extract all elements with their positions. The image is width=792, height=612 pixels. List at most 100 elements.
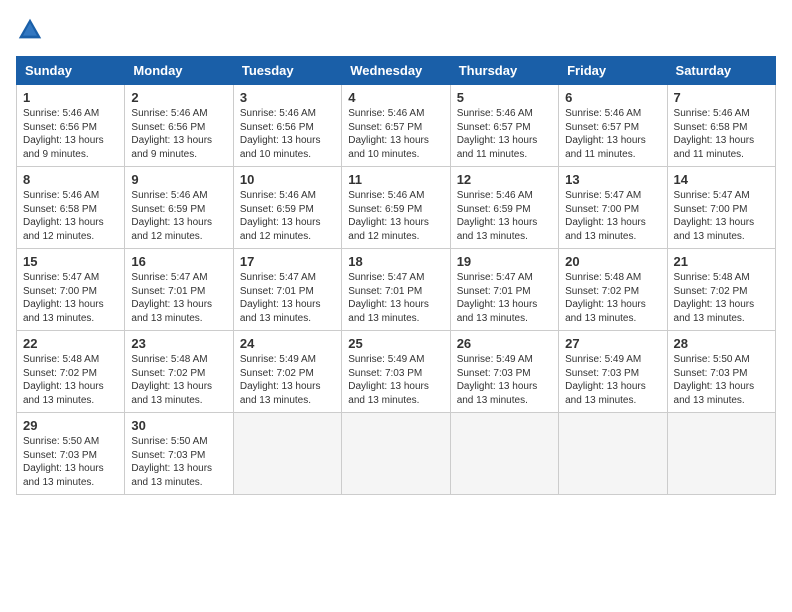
calendar-cell [342,413,450,495]
calendar-cell: 10Sunrise: 5:46 AMSunset: 6:59 PMDayligh… [233,167,341,249]
day-detail: Sunrise: 5:49 AMSunset: 7:03 PMDaylight:… [348,353,443,407]
calendar-cell: 6 Sunrise: 5:46 AMSunset: 6:57 PMDaylight… [559,85,667,167]
calendar-cell [450,413,558,495]
calendar-cell: 22 Sunrise: 5:48 AMSunset: 7:02 PMDayligh… [17,331,125,413]
day-number: 3 [240,90,335,105]
day-detail: Sunrise: 5:48 AMSunset: 7:02 PMDaylight:… [565,271,660,325]
day-detail: Sunrise: 5:49 AMSunset: 7:03 PMDaylight:… [565,353,660,407]
day-number: 22 [23,336,118,351]
day-detail: Sunrise: 5:46 AMSunset: 6:57 PMDaylight:… [348,107,443,161]
logo [16,16,48,44]
calendar-cell: 14 Sunrise: 5:47 AMSunset: 7:00 PMDayligh… [667,167,775,249]
day-header-tuesday: Tuesday [233,57,341,85]
calendar-cell: 23Sunrise: 5:48 AMSunset: 7:02 PMDayligh… [125,331,233,413]
day-detail: Sunrise: 5:46 AMSunset: 6:56 PMDaylight:… [131,107,226,161]
day-detail: Sunrise: 5:49 AMSunset: 7:02 PMDaylight:… [240,353,335,407]
day-detail: Sunrise: 5:46 AMSunset: 6:56 PMDaylight:… [240,107,335,161]
day-detail: Sunrise: 5:46 AMSunset: 6:58 PMDaylight:… [674,107,769,161]
day-header-saturday: Saturday [667,57,775,85]
calendar-week-row: 1Sunrise: 5:46 AMSunset: 6:56 PMDaylight… [17,85,776,167]
day-number: 8 [23,172,118,187]
day-header-sunday: Sunday [17,57,125,85]
day-detail: Sunrise: 5:47 AMSunset: 7:01 PMDaylight:… [240,271,335,325]
day-number: 7 [674,90,769,105]
calendar-week-row: 8 Sunrise: 5:46 AMSunset: 6:58 PMDaylight… [17,167,776,249]
day-detail: Sunrise: 5:49 AMSunset: 7:03 PMDaylight:… [457,353,552,407]
day-detail: Sunrise: 5:47 AMSunset: 7:01 PMDaylight:… [348,271,443,325]
calendar-cell: 30 Sunrise: 5:50 AMSunset: 7:03 PMDayligh… [125,413,233,495]
calendar-cell: 17 Sunrise: 5:47 AMSunset: 7:01 PMDayligh… [233,249,341,331]
calendar-week-row: 29Sunrise: 5:50 AMSunset: 7:03 PMDayligh… [17,413,776,495]
day-number: 24 [240,336,335,351]
calendar-cell: 5 Sunrise: 5:46 AMSunset: 6:57 PMDaylight… [450,85,558,167]
calendar-cell [667,413,775,495]
day-detail: Sunrise: 5:46 AMSunset: 6:57 PMDaylight:… [565,107,660,161]
day-detail: Sunrise: 5:50 AMSunset: 7:03 PMDaylight:… [131,435,226,489]
day-number: 5 [457,90,552,105]
calendar-cell: 1Sunrise: 5:46 AMSunset: 6:56 PMDaylight… [17,85,125,167]
calendar-cell: 21 Sunrise: 5:48 AMSunset: 7:02 PMDayligh… [667,249,775,331]
calendar-cell: 8 Sunrise: 5:46 AMSunset: 6:58 PMDaylight… [17,167,125,249]
day-detail: Sunrise: 5:48 AMSunset: 7:02 PMDaylight:… [23,353,118,407]
day-number: 15 [23,254,118,269]
day-number: 14 [674,172,769,187]
day-header-thursday: Thursday [450,57,558,85]
calendar-table: SundayMondayTuesdayWednesdayThursdayFrid… [16,56,776,495]
header [16,16,776,44]
calendar-cell: 26 Sunrise: 5:49 AMSunset: 7:03 PMDayligh… [450,331,558,413]
calendar-cell: 12 Sunrise: 5:46 AMSunset: 6:59 PMDayligh… [450,167,558,249]
day-detail: Sunrise: 5:47 AMSunset: 7:01 PMDaylight:… [457,271,552,325]
calendar-cell: 15 Sunrise: 5:47 AMSunset: 7:00 PMDayligh… [17,249,125,331]
day-detail: Sunrise: 5:50 AMSunset: 7:03 PMDaylight:… [674,353,769,407]
day-number: 6 [565,90,660,105]
day-header-monday: Monday [125,57,233,85]
day-number: 21 [674,254,769,269]
calendar-cell [233,413,341,495]
day-number: 11 [348,172,443,187]
calendar-cell: 19 Sunrise: 5:47 AMSunset: 7:01 PMDayligh… [450,249,558,331]
calendar-cell: 24 Sunrise: 5:49 AMSunset: 7:02 PMDayligh… [233,331,341,413]
day-detail: Sunrise: 5:46 AMSunset: 6:59 PMDaylight:… [457,189,552,243]
calendar-cell: 3 Sunrise: 5:46 AMSunset: 6:56 PMDaylight… [233,85,341,167]
calendar-week-row: 22 Sunrise: 5:48 AMSunset: 7:02 PMDayligh… [17,331,776,413]
calendar-cell: 13 Sunrise: 5:47 AMSunset: 7:00 PMDayligh… [559,167,667,249]
day-number: 10 [240,172,335,187]
day-number: 20 [565,254,660,269]
day-detail: Sunrise: 5:48 AMSunset: 7:02 PMDaylight:… [674,271,769,325]
day-detail: Sunrise: 5:46 AMSunset: 6:59 PMDaylight:… [131,189,226,243]
calendar-cell: 28 Sunrise: 5:50 AMSunset: 7:03 PMDayligh… [667,331,775,413]
day-header-friday: Friday [559,57,667,85]
day-detail: Sunrise: 5:47 AMSunset: 7:00 PMDaylight:… [674,189,769,243]
day-number: 16 [131,254,226,269]
day-detail: Sunrise: 5:46 AMSunset: 6:59 PMDaylight:… [348,189,443,243]
day-number: 17 [240,254,335,269]
day-number: 18 [348,254,443,269]
calendar-cell: 4 Sunrise: 5:46 AMSunset: 6:57 PMDaylight… [342,85,450,167]
day-number: 4 [348,90,443,105]
day-detail: Sunrise: 5:46 AMSunset: 6:58 PMDaylight:… [23,189,118,243]
calendar-cell: 7 Sunrise: 5:46 AMSunset: 6:58 PMDaylight… [667,85,775,167]
calendar-cell: 18 Sunrise: 5:47 AMSunset: 7:01 PMDayligh… [342,249,450,331]
calendar-cell: 29Sunrise: 5:50 AMSunset: 7:03 PMDayligh… [17,413,125,495]
day-detail: Sunrise: 5:46 AMSunset: 6:56 PMDaylight:… [23,107,118,161]
day-detail: Sunrise: 5:47 AMSunset: 7:00 PMDaylight:… [23,271,118,325]
day-detail: Sunrise: 5:47 AMSunset: 7:01 PMDaylight:… [131,271,226,325]
day-number: 25 [348,336,443,351]
day-number: 30 [131,418,226,433]
day-detail: Sunrise: 5:46 AMSunset: 6:57 PMDaylight:… [457,107,552,161]
day-number: 26 [457,336,552,351]
day-detail: Sunrise: 5:48 AMSunset: 7:02 PMDaylight:… [131,353,226,407]
day-detail: Sunrise: 5:50 AMSunset: 7:03 PMDaylight:… [23,435,118,489]
day-number: 13 [565,172,660,187]
day-number: 28 [674,336,769,351]
calendar-cell [559,413,667,495]
day-detail: Sunrise: 5:47 AMSunset: 7:00 PMDaylight:… [565,189,660,243]
calendar-body: 1Sunrise: 5:46 AMSunset: 6:56 PMDaylight… [17,85,776,495]
day-number: 12 [457,172,552,187]
day-number: 19 [457,254,552,269]
calendar-cell: 9Sunrise: 5:46 AMSunset: 6:59 PMDaylight… [125,167,233,249]
calendar-cell: 25 Sunrise: 5:49 AMSunset: 7:03 PMDayligh… [342,331,450,413]
day-number: 27 [565,336,660,351]
calendar-header-row: SundayMondayTuesdayWednesdayThursdayFrid… [17,57,776,85]
calendar-week-row: 15 Sunrise: 5:47 AMSunset: 7:00 PMDayligh… [17,249,776,331]
